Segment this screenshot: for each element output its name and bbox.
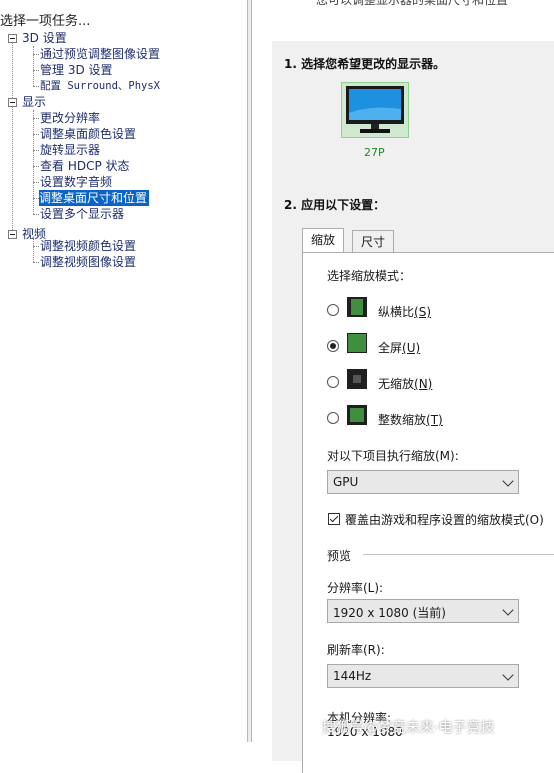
tree-line	[12, 38, 13, 234]
chevron-down-icon	[502, 604, 514, 616]
tree-line	[33, 246, 39, 247]
step2-title: 2. 应用以下设置：	[284, 198, 386, 212]
tree-item[interactable]: 调整桌面颜色设置	[40, 126, 136, 142]
tree-line	[33, 118, 39, 119]
resolution-value: 1920 x 1080 (当前)	[333, 606, 446, 620]
tree-line	[33, 182, 39, 183]
monitor-label: 27P	[364, 146, 385, 159]
aspect-ratio-icon	[347, 297, 367, 317]
tree-item[interactable]: 通过预览调整图像设置	[40, 46, 160, 62]
page-description: 您可以调整显示器的桌面尺寸和位置	[316, 0, 509, 7]
perform-on-label: 对以下项目执行缩放(M):	[327, 449, 459, 463]
tree-item[interactable]: 调整视频颜色设置	[40, 238, 136, 254]
fullscreen-label[interactable]: 全屏(U)	[378, 339, 420, 356]
tree-item[interactable]: 查看 HDCP 状态	[40, 158, 130, 174]
override-checkbox[interactable]	[328, 513, 340, 525]
task-tree-panel: 选择一项任务... 3D 设置 通过预览调整图像设置 管理 3D 设置 配置 S…	[0, 0, 248, 742]
integer-scaling-label[interactable]: 整数缩放(T)	[378, 411, 443, 428]
preview-label: 预览	[327, 549, 352, 563]
tree-item[interactable]: 管理 3D 设置	[40, 62, 113, 78]
perform-on-value: GPU	[333, 475, 359, 489]
aspect-ratio-radio[interactable]	[327, 304, 339, 316]
resolution-label: 分辨率(L):	[327, 581, 384, 595]
collapse-icon[interactable]	[8, 230, 17, 239]
tree-line	[33, 70, 39, 71]
no-scaling-icon	[347, 369, 367, 389]
collapse-icon[interactable]	[8, 98, 17, 107]
collapse-icon[interactable]	[8, 34, 17, 43]
tab-scaling[interactable]: 缩放	[302, 228, 345, 253]
scaling-tab-pane: 选择缩放模式： 纵横比(S) 全屏(U) 无缩放(N) 整数缩放(T) 对以下项…	[302, 252, 554, 773]
tree-item[interactable]: 设置多个显示器	[40, 206, 124, 222]
resolution-select[interactable]: 1920 x 1080 (当前)	[327, 599, 519, 623]
settings-panel: 您可以调整显示器的桌面尺寸和位置 1. 选择您希望更改的显示器。 27P 2. …	[252, 0, 554, 773]
tree-item[interactable]: 设置数字音频	[40, 174, 112, 190]
integer-scaling-radio[interactable]	[327, 412, 339, 424]
tree-item[interactable]: 旋转显示器	[40, 142, 100, 158]
scaling-mode-label: 选择缩放模式：	[327, 269, 412, 283]
monitor-icon[interactable]	[341, 82, 409, 138]
chevron-down-icon	[502, 669, 514, 681]
tree-line	[33, 262, 39, 263]
no-scaling-label[interactable]: 无缩放(N)	[378, 375, 432, 392]
perform-on-select[interactable]: GPU	[327, 470, 519, 494]
tree-item[interactable]: 调整视频图像设置	[40, 254, 136, 270]
fullscreen-radio[interactable]	[327, 340, 339, 352]
no-scaling-radio[interactable]	[327, 376, 339, 388]
tree-item-selected[interactable]: 调整桌面尺寸和位置	[39, 190, 150, 206]
step1-title: 1. 选择您希望更改的显示器。	[284, 57, 446, 71]
integer-scaling-icon	[347, 405, 367, 425]
tree-line	[33, 86, 39, 87]
tree-item[interactable]: 配置 Surround、PhysX	[40, 78, 160, 94]
refresh-select[interactable]: 144Hz	[327, 664, 519, 688]
chevron-down-icon	[502, 475, 514, 487]
tree-line	[33, 54, 39, 55]
tree-category-3d[interactable]: 3D 设置	[22, 30, 67, 46]
tree-line	[33, 150, 39, 151]
watermark: 搜狐号@梦竞未来·电子竞技	[322, 720, 495, 736]
preview-divider	[363, 554, 554, 555]
refresh-value: 144Hz	[333, 669, 372, 683]
tree-line	[33, 166, 39, 167]
tree-line	[33, 46, 34, 86]
fullscreen-icon	[347, 333, 367, 353]
monitor-graphic	[346, 86, 404, 133]
aspect-ratio-label[interactable]: 纵横比(S)	[378, 303, 431, 320]
refresh-label: 刷新率(R):	[327, 643, 385, 657]
task-tree-title: 选择一项任务...	[0, 14, 91, 29]
settings-content: 1. 选择您希望更改的显示器。 27P 2. 应用以下设置： 缩放 尺寸 选择缩…	[272, 41, 554, 773]
tree-item[interactable]: 更改分辨率	[40, 110, 100, 126]
tree-category-display[interactable]: 显示	[22, 94, 46, 110]
tree-line	[33, 134, 39, 135]
tree-line	[33, 214, 39, 215]
tab-size[interactable]: 尺寸	[352, 230, 395, 252]
override-label[interactable]: 覆盖由游戏和程序设置的缩放模式(O)	[345, 511, 544, 528]
